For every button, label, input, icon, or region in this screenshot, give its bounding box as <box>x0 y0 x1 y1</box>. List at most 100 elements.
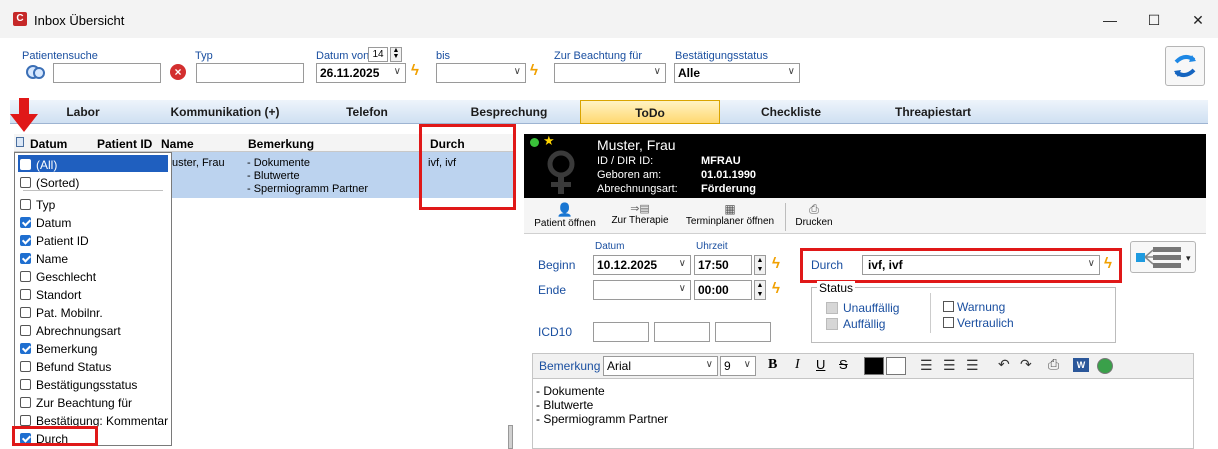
tab-threapiestart[interactable]: Threapiestart <box>862 100 1004 124</box>
align-center-icon[interactable]: ☰ <box>943 357 956 374</box>
tab-telefon[interactable]: Telefon <box>296 100 438 124</box>
begin-date-select[interactable]: 10.12.2025 ∨ <box>593 255 691 275</box>
checkbox-icon[interactable] <box>20 415 31 426</box>
tab-checkliste[interactable]: Checkliste <box>720 100 862 124</box>
end-date-select[interactable]: ∨ <box>593 280 691 300</box>
end-time-input[interactable]: 00:00 <box>694 280 752 300</box>
patient-search-input[interactable] <box>53 63 161 83</box>
checkbox-checked-icon[interactable] <box>20 343 31 354</box>
underline-icon[interactable]: U <box>816 357 825 372</box>
col-bemerkung[interactable]: Bemerkung <box>248 137 314 151</box>
time-spinner[interactable]: ▲ ▼ <box>754 255 766 275</box>
lightning-icon[interactable]: ϟ <box>772 280 780 297</box>
to-therapy-button[interactable]: ⇒▤ Zur Therapie <box>608 202 672 226</box>
column-option[interactable]: Bestätigungsstatus <box>20 377 137 395</box>
maximize-button[interactable]: ☐ <box>1142 10 1166 30</box>
typ-label: Typ <box>195 50 213 62</box>
text-color-icon[interactable] <box>864 357 884 375</box>
warnung-checkbox[interactable] <box>943 301 954 312</box>
column-option[interactable]: Zur Beachtung für <box>20 395 132 413</box>
status-auffaellig-box[interactable] <box>826 318 838 330</box>
redo-icon[interactable]: ↷ <box>1020 356 1032 373</box>
typ-input[interactable] <box>196 63 304 83</box>
print-label: Drucken <box>795 217 833 228</box>
font-size-select[interactable]: 9 ∨ <box>720 356 756 376</box>
status-unauffaellig-box[interactable] <box>826 302 838 314</box>
date-from-select[interactable]: 26.11.2025 ∨ <box>316 63 406 83</box>
column-option[interactable]: Standort <box>20 287 81 305</box>
column-option[interactable]: Pat. Mobilnr. <box>20 305 103 323</box>
checkbox-checked-icon[interactable] <box>20 159 31 170</box>
column-option[interactable]: Datum <box>20 215 71 233</box>
checkbox-icon[interactable] <box>20 361 31 372</box>
checkbox-icon[interactable] <box>20 177 31 188</box>
open-scheduler-button[interactable]: ▦ Terminplaner öffnen <box>682 202 778 227</box>
time-spinner[interactable]: ▲ ▼ <box>754 280 766 300</box>
icd10-input-2[interactable] <box>654 322 710 342</box>
date-to-select[interactable]: ∨ <box>436 63 526 83</box>
date-from-spin[interactable]: 14 <box>368 47 388 62</box>
icd10-input-1[interactable] <box>593 322 649 342</box>
column-chooser-icon[interactable] <box>16 137 24 147</box>
col-patient-id[interactable]: Patient ID <box>97 137 152 151</box>
checkbox-checked-icon[interactable] <box>20 253 31 264</box>
minimize-button[interactable]: — <box>1098 10 1122 30</box>
checkbox-icon[interactable] <box>20 289 31 300</box>
column-option[interactable]: (Sorted) <box>20 175 79 193</box>
print-button[interactable]: ⎙ Drucken <box>791 202 837 228</box>
patient-name: Muster, Frau <box>597 137 676 153</box>
checkbox-icon[interactable] <box>20 379 31 390</box>
vertraulich-checkbox[interactable] <box>943 317 954 328</box>
tab-besprechung[interactable]: Besprechung <box>438 100 580 124</box>
date-spinner[interactable]: ▲ ▼ <box>390 47 402 62</box>
tab-kommunikation[interactable]: Kommunikation (+) <box>154 100 296 124</box>
column-option[interactable]: Abrechnungsart <box>20 323 121 341</box>
word-icon[interactable]: W <box>1073 358 1089 372</box>
checkbox-icon[interactable] <box>20 199 31 210</box>
icd10-input-3[interactable] <box>715 322 771 342</box>
highlight-color-icon[interactable] <box>886 357 906 375</box>
lightning-icon[interactable]: ϟ <box>772 255 780 272</box>
checkbox-checked-icon[interactable] <box>20 235 31 246</box>
column-option[interactable]: Befund Status <box>20 359 111 377</box>
col-name[interactable]: Name <box>161 137 194 151</box>
attention-select[interactable]: ∨ <box>554 63 666 83</box>
refresh-button[interactable] <box>1165 46 1205 86</box>
column-option[interactable]: Geschlecht <box>20 269 96 287</box>
scrollbar[interactable] <box>508 425 513 449</box>
date-column-label: Datum <box>595 241 625 252</box>
lightning-icon[interactable]: ϟ <box>530 62 538 79</box>
checkbox-icon[interactable] <box>20 307 31 318</box>
window-title: Inbox Übersicht <box>34 13 125 28</box>
column-option[interactable]: Bemerkung <box>20 341 97 359</box>
patient-search-icon[interactable] <box>24 63 48 83</box>
begin-time-input[interactable]: 17:50 <box>694 255 752 275</box>
star-icon[interactable]: ★ <box>543 133 555 149</box>
highlight-durch-column <box>419 124 516 210</box>
column-option[interactable]: (All) <box>20 157 57 175</box>
close-button[interactable]: ✕ <box>1186 10 1210 30</box>
confirm-status-select[interactable]: Alle ∨ <box>674 63 800 83</box>
align-right-icon[interactable]: ☰ <box>966 357 979 374</box>
checkbox-checked-icon[interactable] <box>20 217 31 228</box>
checkbox-icon[interactable] <box>20 325 31 336</box>
strikethrough-icon[interactable]: S <box>839 357 848 372</box>
tab-todo[interactable]: ToDo <box>580 100 720 124</box>
font-select[interactable]: Arial ∨ <box>603 356 718 376</box>
column-option[interactable]: Patient ID <box>20 233 89 251</box>
italic-icon[interactable]: I <box>795 357 800 373</box>
checkbox-icon[interactable] <box>20 271 31 282</box>
bold-icon[interactable]: B <box>768 357 777 373</box>
printer-icon[interactable]: ⎙ <box>1048 356 1059 373</box>
align-left-icon[interactable]: ☰ <box>920 357 933 374</box>
undo-icon[interactable]: ↶ <box>998 356 1010 373</box>
checkbox-icon[interactable] <box>20 397 31 408</box>
column-option[interactable]: Typ <box>20 197 55 215</box>
col-datum[interactable]: Datum <box>30 137 67 151</box>
workflow-button[interactable]: ▾ <box>1130 241 1196 273</box>
lightning-icon[interactable]: ϟ <box>411 62 419 79</box>
open-patient-button[interactable]: 👤 Patient öffnen <box>533 202 597 229</box>
globe-icon[interactable] <box>1097 358 1113 374</box>
clear-icon[interactable]: × <box>170 64 186 80</box>
column-option[interactable]: Name <box>20 251 68 269</box>
